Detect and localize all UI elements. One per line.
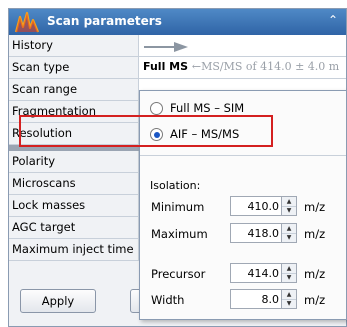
history-arrow-icon [144, 42, 188, 52]
row-scan-type[interactable]: Scan type Full MS ←MS/MS of 414.0 ± 4.0 … [9, 57, 346, 79]
resolution-label: Resolution [12, 126, 73, 140]
precursor-spin-buttons: ▲ ▼ [281, 264, 296, 282]
fragmentation-label: Fragmentation [12, 104, 97, 118]
width-value: 8.0 [261, 293, 280, 306]
option-aif-ms-ms-label: AIF – MS/MS [170, 127, 240, 141]
max-inject-time-label: Maximum inject time [12, 242, 134, 256]
panel-titlebar: Scan parameters ⌃ [9, 9, 346, 35]
minimum-unit: m/z [304, 200, 326, 214]
maximum-spin-buttons: ▲ ▼ [281, 224, 296, 242]
field-width: Width 8.0 ▲ ▼ m/z [140, 289, 346, 311]
lock-masses-label: Lock masses [12, 198, 86, 212]
width-input[interactable]: 8.0 ▲ ▼ [230, 289, 297, 309]
minimum-value: 410.0 [247, 200, 280, 213]
scan-type-alt: MS/MS of 414.0 ± 4.0 m [201, 60, 340, 73]
minimum-label: Minimum [151, 200, 205, 214]
precursor-input[interactable]: 414.0 ▲ ▼ [230, 263, 297, 283]
popup-divider [140, 155, 346, 156]
scan-type-arrow: ← [191, 60, 202, 73]
maximum-unit: m/z [304, 227, 326, 241]
scan-type-value[interactable]: Full MS ←MS/MS of 414.0 ± 4.0 m [138, 57, 346, 78]
option-full-ms-sim[interactable]: Full MS – SIM [140, 97, 346, 121]
row-history[interactable]: History [9, 35, 346, 57]
scan-type-value-text: Full MS ←MS/MS of 414.0 ± 4.0 m [143, 60, 339, 73]
option-aif-ms-ms[interactable]: AIF – MS/MS [140, 123, 346, 147]
width-decrement-icon[interactable]: ▼ [282, 299, 296, 308]
maximum-value: 418.0 [247, 227, 280, 240]
width-spin-buttons: ▲ ▼ [281, 290, 296, 308]
radio-full-ms-sim[interactable] [150, 102, 163, 115]
precursor-value: 414.0 [247, 267, 280, 280]
panel-title: Scan parameters [47, 14, 162, 28]
field-minimum: Minimum 410.0 ▲ ▼ m/z [140, 196, 346, 218]
scan-type-label: Scan type [12, 60, 70, 74]
minimum-decrement-icon[interactable]: ▼ [282, 206, 296, 215]
maximum-decrement-icon[interactable]: ▼ [282, 233, 296, 242]
option-full-ms-sim-label: Full MS – SIM [170, 101, 245, 115]
collapse-icon[interactable]: ⌃ [328, 13, 338, 27]
field-maximum: Maximum 418.0 ▲ ▼ m/z [140, 223, 346, 245]
scan-range-label: Scan range [12, 82, 78, 96]
microscans-label: Microscans [12, 176, 76, 190]
isolation-label: Isolation: [150, 179, 201, 192]
history-label: History [12, 38, 53, 52]
apply-button[interactable]: Apply [20, 289, 96, 313]
field-precursor: Precursor 414.0 ▲ ▼ m/z [140, 263, 346, 285]
maximum-label: Maximum [151, 227, 208, 241]
minimum-input[interactable]: 410.0 ▲ ▼ [230, 196, 297, 216]
precursor-label: Precursor [151, 267, 206, 281]
polarity-label: Polarity [12, 154, 56, 168]
precursor-decrement-icon[interactable]: ▼ [282, 273, 296, 282]
app-logo-icon [15, 11, 39, 33]
scan-type-dropdown: Full MS – SIM AIF – MS/MS Isolation: Min… [139, 90, 347, 320]
precursor-unit: m/z [304, 267, 326, 281]
minimum-spin-buttons: ▲ ▼ [281, 197, 296, 215]
radio-aif-ms-ms[interactable] [150, 128, 163, 141]
width-unit: m/z [304, 293, 326, 307]
width-label: Width [151, 293, 185, 307]
history-value[interactable] [138, 35, 346, 56]
agc-target-label: AGC target [12, 220, 76, 234]
scan-type-current: Full MS [143, 60, 189, 73]
maximum-input[interactable]: 418.0 ▲ ▼ [230, 223, 297, 243]
